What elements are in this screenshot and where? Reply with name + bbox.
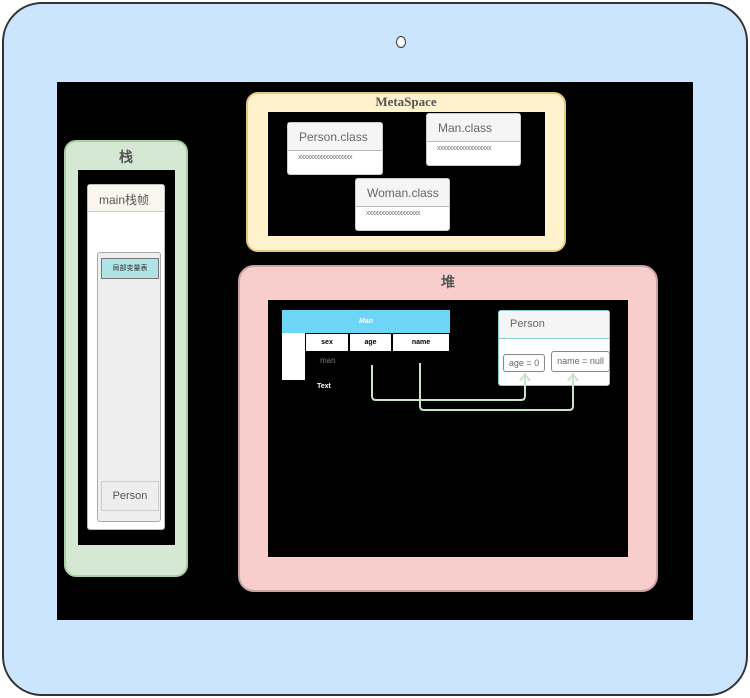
arrow-age: [371, 365, 526, 401]
arrow-name: [419, 363, 574, 411]
reference-arrows: [371, 363, 579, 411]
